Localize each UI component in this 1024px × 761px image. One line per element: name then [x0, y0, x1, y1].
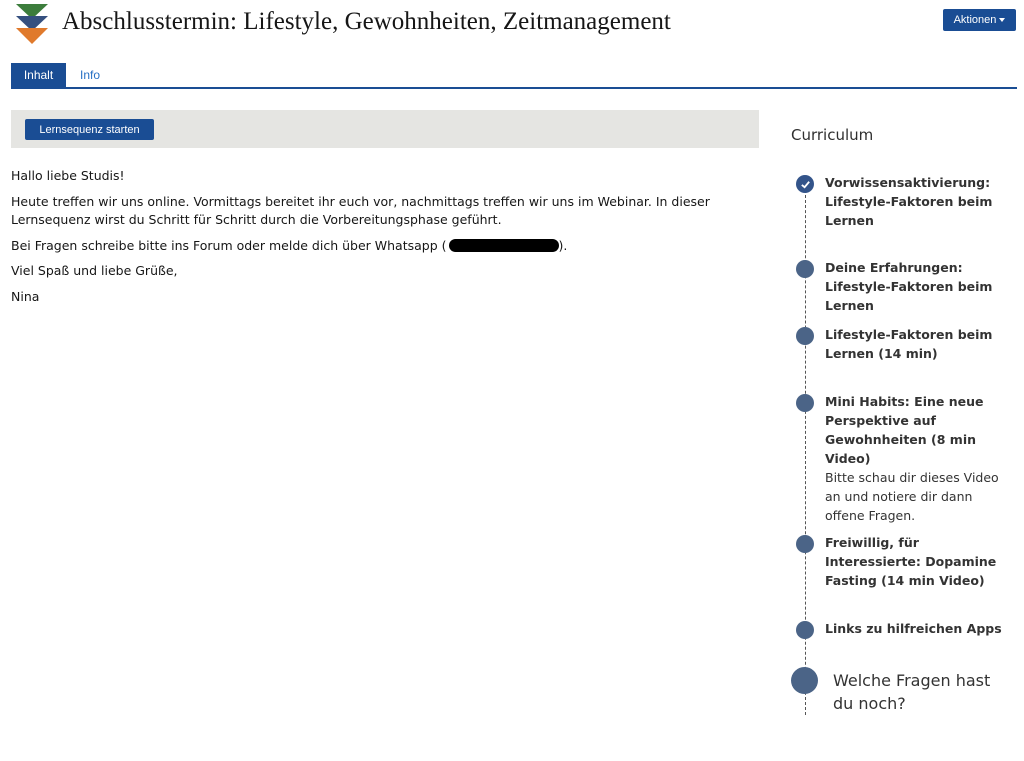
curriculum-item-label: Mini Habits: Eine neue Perspektive auf G… — [825, 392, 1011, 525]
tab-info[interactable]: Info — [80, 63, 100, 87]
redaction-mark — [448, 238, 559, 252]
curriculum-item-label: Deine Erfahrungen: Lifestyle-Faktoren be… — [825, 260, 993, 313]
greeting-text: Hallo liebe Studis! — [11, 168, 125, 183]
final-step-dot — [791, 667, 818, 694]
curriculum-item-label: Vorwissensaktivierung: Lifestyle-Faktore… — [825, 175, 993, 228]
signature-text: Nina — [11, 288, 40, 304]
curriculum-title: Curriculum — [791, 126, 874, 144]
check-icon — [800, 180, 810, 189]
curriculum-item-label: Lifestyle-Faktoren beim Lernen (14 min) — [825, 327, 993, 361]
start-toolbar: Lernsequenz starten — [11, 110, 759, 148]
curriculum-item-label: Freiwillig, für Interessierte: Dopamine … — [825, 535, 997, 588]
questions-text: Bei Fragen schreibe bitte ins Forum oder… — [11, 237, 447, 253]
actions-label: Aktionen — [953, 14, 997, 26]
main-content: Hallo liebe Studis! Heute treffen wir un… — [11, 167, 731, 313]
intro-paragraph: Heute treffen wir uns online. Vormittags… — [11, 193, 710, 228]
step-dot — [796, 260, 814, 278]
questions-paragraph: Bei Fragen schreibe bitte ins Forum oder… — [11, 237, 731, 256]
tab-inhalt[interactable]: Inhalt — [11, 63, 66, 87]
curriculum-item-title: Mini Habits: Eine neue Perspektive auf G… — [825, 394, 984, 466]
caret-down-icon — [999, 18, 1006, 22]
questions-end-text: ). — [558, 237, 568, 253]
completed-dot — [796, 175, 814, 193]
curriculum-item-label: Links zu hilfreichen Apps — [825, 621, 1002, 636]
step-dot — [796, 535, 814, 553]
actions-dropdown-button[interactable]: Aktionen — [943, 9, 1016, 31]
curriculum-item-description: Bitte schau dir dieses Video an und noti… — [825, 470, 999, 523]
start-sequence-button[interactable]: Lernsequenz starten — [25, 119, 154, 140]
page-title: Abschlusstermin: Lifestyle, Gewohnheiten… — [62, 8, 671, 35]
ilias-logo-icon — [16, 4, 48, 44]
tab-bar: Inhalt Info — [11, 63, 1017, 89]
step-dot — [796, 394, 814, 412]
step-dot — [796, 621, 814, 639]
step-dot — [796, 327, 814, 345]
farewell-text: Viel Spaß und liebe Grüße, — [11, 263, 178, 278]
curriculum-final-label: Welche Fragen hast du noch? — [833, 671, 991, 713]
